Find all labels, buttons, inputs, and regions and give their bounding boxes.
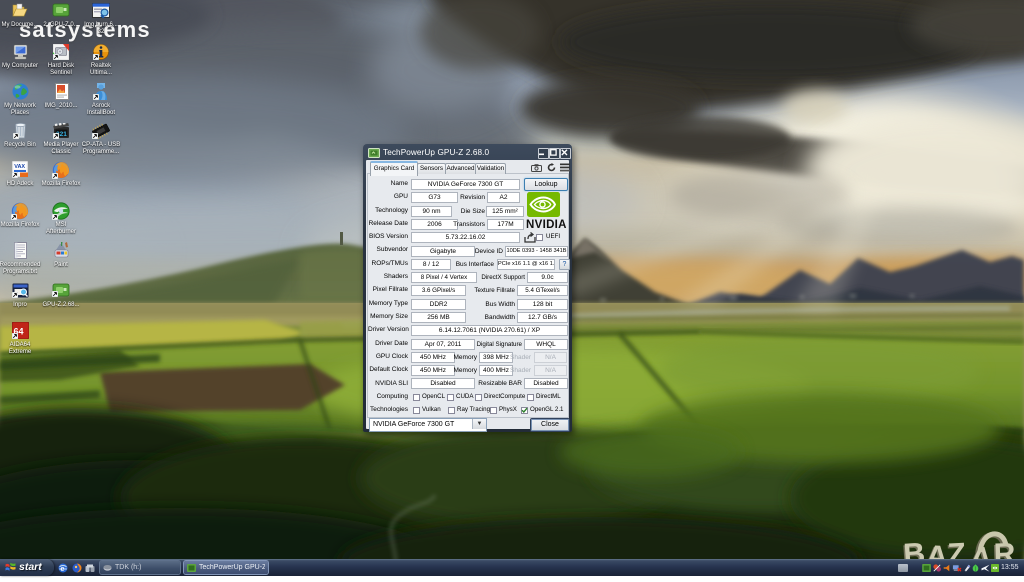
- svg-text:e: e: [61, 566, 65, 573]
- svg-text:NVIDIA: NVIDIA: [526, 219, 567, 231]
- svg-text:VAX: VAX: [14, 164, 25, 170]
